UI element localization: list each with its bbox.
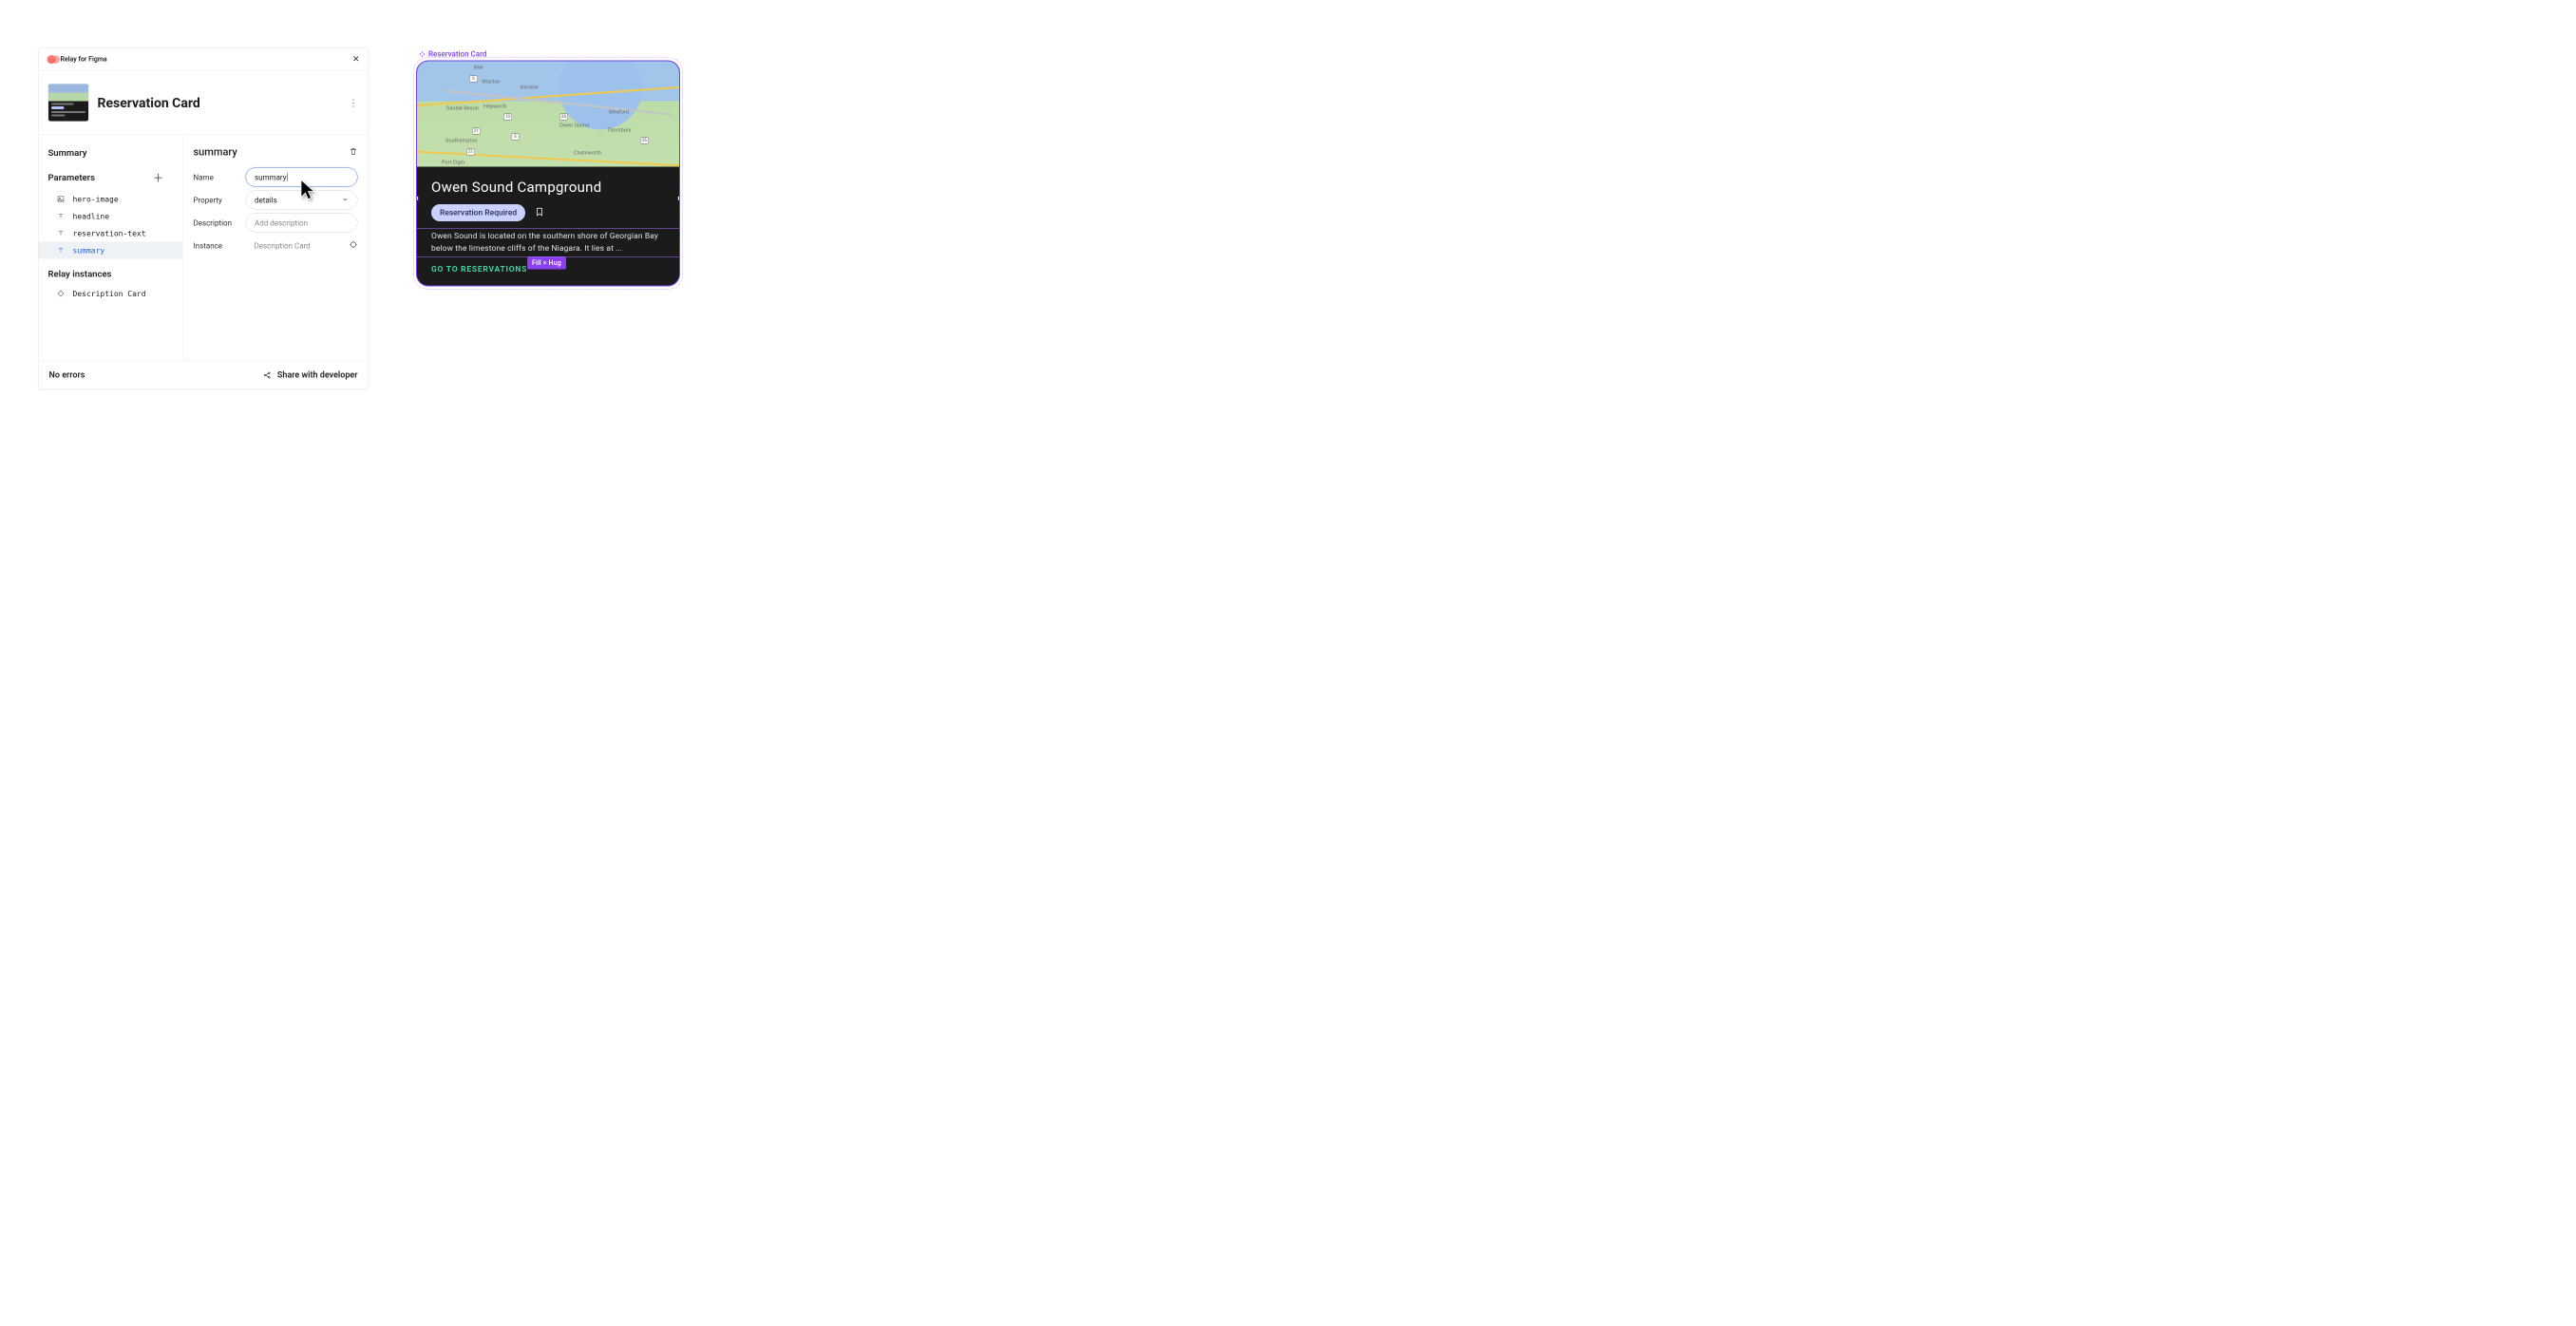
road-line	[417, 85, 679, 107]
component-name: Reservation Card	[98, 95, 200, 111]
parameters-heading-row: Parameters ＋	[39, 167, 183, 190]
map-label: Meaford	[609, 109, 629, 116]
parameter-list: hero-image headline reservation-text	[39, 190, 183, 266]
map-label: Chatsworth	[574, 150, 601, 157]
component-header: Reservation Card ⋮	[39, 71, 369, 136]
property-value: details	[255, 196, 277, 205]
highway-badge: 21	[466, 149, 475, 156]
text-icon	[57, 247, 66, 255]
image-icon	[57, 196, 66, 203]
reservation-required-chip[interactable]: Reservation Required	[431, 204, 525, 221]
param-reservation-text[interactable]: reservation-text	[39, 225, 183, 242]
map-label: Mar	[474, 65, 483, 71]
instance-description-card[interactable]: Description Card	[39, 285, 183, 302]
highway-badge: 10	[503, 114, 512, 121]
more-menu-icon[interactable]: ⋮	[349, 97, 359, 108]
name-input[interactable]: summary	[246, 168, 358, 187]
instance-value: Description Card	[246, 241, 342, 251]
component-icon	[419, 50, 426, 57]
component-badge[interactable]: Reservation Card	[419, 49, 680, 59]
panel-header: Relay for Figma ✕	[39, 48, 369, 71]
size-tag: Fill × Hug	[527, 256, 566, 269]
param-label: reservation-text	[73, 229, 146, 238]
relay-instances-heading: Relay instances	[39, 266, 183, 285]
instance-list: Description Card	[39, 284, 183, 309]
app-name: Relay for Figma	[61, 55, 107, 63]
description-label: Description	[194, 218, 238, 228]
share-label: Share with developer	[277, 370, 358, 381]
errors-status: No errors	[49, 370, 85, 381]
highway-badge: 6	[469, 76, 478, 83]
form-heading: summary	[194, 146, 237, 159]
relay-plugin-panel: Relay for Figma ✕ Reservation Card ⋮ Sum…	[38, 47, 369, 389]
chevron-down-icon	[342, 196, 349, 205]
map-label: Thornbury	[607, 127, 631, 134]
panel-body: Summary Parameters ＋ hero-image	[39, 135, 369, 361]
component-badge-label: Reservation Card	[428, 49, 486, 59]
param-label: summary	[73, 246, 105, 256]
card-summary: Owen Sound is located on the southern sh…	[431, 230, 665, 255]
bookmark-icon[interactable]	[535, 207, 544, 219]
selection-handle[interactable]	[416, 197, 419, 201]
property-select[interactable]: details	[246, 191, 358, 210]
relay-logo-icon	[47, 55, 56, 64]
close-icon[interactable]: ✕	[352, 54, 360, 65]
card-summary-text: Owen Sound is located on the southern sh…	[431, 230, 665, 255]
delete-icon[interactable]	[350, 147, 358, 158]
add-parameter-button[interactable]: ＋	[153, 170, 173, 185]
map-label: Sauble Beach	[446, 105, 479, 112]
text-icon	[57, 213, 66, 220]
parameters-heading: Parameters	[48, 172, 95, 183]
share-icon	[263, 370, 272, 379]
instance-label-field: Instance	[194, 241, 238, 251]
description-input[interactable]: Add description	[246, 214, 358, 233]
selection-handle[interactable]	[678, 197, 681, 201]
name-label: Name	[194, 173, 238, 182]
highway-badge: 26	[640, 138, 649, 144]
map-label: Kemble	[521, 85, 539, 91]
highway-badge: 21	[472, 128, 481, 135]
diamond-icon	[57, 290, 66, 297]
param-hero-image[interactable]: hero-image	[39, 191, 183, 208]
hero-image-map: Mar Wiarton Kemble Sauble Beach Hepworth…	[417, 62, 679, 167]
sidebar: Summary Parameters ＋ hero-image	[39, 135, 183, 361]
param-label: headline	[73, 212, 110, 221]
param-label: hero-image	[73, 195, 119, 204]
map-label: Owen Sound	[559, 123, 589, 129]
property-label: Property	[194, 196, 238, 205]
reservation-card[interactable]: Mar Wiarton Kemble Sauble Beach Hepworth…	[416, 61, 680, 287]
canvas-preview: Reservation Card Mar Wiarton Kemble Saub…	[416, 47, 680, 737]
text-icon	[57, 230, 66, 237]
name-input-value: summary	[255, 173, 286, 182]
summary-heading: Summary	[39, 147, 183, 167]
card-headline: Owen Sound Campground	[431, 180, 665, 197]
highway-badge: 26	[559, 114, 568, 121]
parameter-form: summary Name summary Property details	[183, 135, 369, 361]
locate-icon[interactable]	[350, 240, 358, 251]
panel-footer: No errors Share with developer	[39, 361, 369, 389]
map-label: Southampton	[445, 138, 478, 144]
map-label: Hepworth	[483, 104, 506, 110]
road-line	[445, 90, 672, 116]
map-label: Wiarton	[482, 79, 500, 85]
share-with-developer-button[interactable]: Share with developer	[263, 370, 358, 381]
highway-badge: 6	[511, 134, 520, 141]
instance-label: Description Card	[73, 289, 146, 298]
map-label: Port Elgin	[442, 160, 464, 166]
param-headline[interactable]: headline	[39, 208, 183, 225]
param-summary[interactable]: summary	[39, 242, 183, 259]
component-thumbnail	[48, 84, 89, 122]
